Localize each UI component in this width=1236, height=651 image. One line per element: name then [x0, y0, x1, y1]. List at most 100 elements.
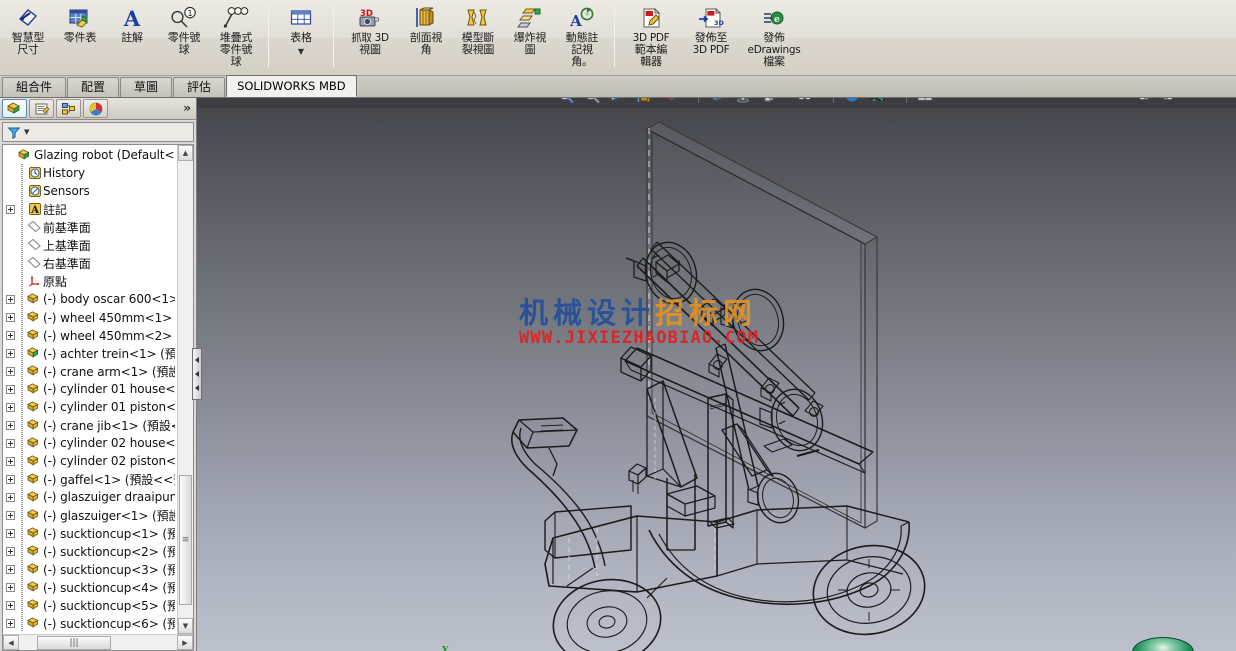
zoom-to-fit-icon[interactable] [554, 98, 578, 106]
smart-dimension-button[interactable]: 智慧型 尺寸 [2, 0, 54, 62]
view-orientation-icon[interactable] [658, 98, 682, 106]
tree-item-component[interactable]: (-) sucktioncup<4> (預設 [3, 578, 177, 596]
expander-icon[interactable] [5, 348, 15, 358]
section-view-button[interactable]: 剖面視 角 [400, 0, 452, 62]
balloon-button[interactable]: 1 零件號 球 [158, 0, 210, 62]
scene-icon[interactable] [866, 98, 890, 106]
exploded-view-button[interactable]: 爆炸視 圖 [504, 0, 556, 62]
edit-appearance-icon[interactable] [757, 98, 781, 106]
tree-item-front-plane[interactable]: 前基準面 [3, 218, 177, 236]
zoom-to-area-icon[interactable] [580, 98, 604, 106]
section-view-icon[interactable] [632, 98, 656, 106]
note-button[interactable]: A 註解 [106, 0, 158, 62]
minimize-icon[interactable]: — [1183, 98, 1201, 103]
apply-scene-dropdown-caret-icon[interactable]: ▼ [818, 98, 828, 99]
appearances-icon[interactable] [840, 98, 864, 106]
viewport-layout-icon[interactable] [913, 98, 937, 106]
previous-view-icon[interactable] [606, 98, 630, 106]
expander-icon[interactable] [5, 294, 15, 304]
tree-item-component[interactable]: (-) crane jib<1> (預設<< [3, 416, 177, 434]
scene-dropdown-caret-icon[interactable]: ▼ [891, 98, 901, 99]
expander-icon[interactable] [5, 546, 15, 556]
tree-item-component[interactable]: (-) cylinder 01 house<1> [3, 380, 177, 398]
tree-item-component[interactable]: (-) cylinder 02 piston<1> [3, 452, 177, 470]
publish-edrawings-button[interactable]: e 發佈 eDrawings 檔案 [741, 0, 807, 68]
publish-to-3d-pdf-button[interactable]: 3D 發佈至 3D PDF [681, 0, 741, 62]
tree-item-component[interactable]: (-) gaffel<1> (預設<<預 [3, 470, 177, 488]
tree-item-component[interactable]: (-) sucktioncup<5> (預設 [3, 596, 177, 614]
scroll-down-arrow-icon[interactable]: ▼ [178, 618, 193, 634]
property-manager-tab[interactable] [29, 99, 54, 118]
capture-3d-view-button[interactable]: 3D 抓取 3D 視圖 [340, 0, 400, 62]
view-orientation-dropdown-caret-icon[interactable]: ▼ [683, 98, 693, 99]
expander-icon[interactable] [5, 528, 15, 538]
expander-icon[interactable] [5, 456, 15, 466]
restore-left-icon[interactable]: ◧ [1135, 98, 1153, 103]
tree-item-component[interactable]: (-) sucktioncup<2> (預設 [3, 542, 177, 560]
feature-tree-filter[interactable]: ▼ [2, 122, 194, 142]
tree-item-history[interactable]: History [3, 164, 177, 182]
scroll-up-arrow-icon[interactable]: ▲ [178, 145, 193, 161]
table-button[interactable]: 表格 [275, 0, 327, 46]
feature-tree[interactable]: Glazing robot (Default<Def History [2, 144, 194, 651]
apply-scene-icon[interactable] [793, 98, 817, 106]
tree-item-component[interactable]: (-) sucktioncup<3> (預設 [3, 560, 177, 578]
expander-icon[interactable] [5, 582, 15, 592]
expander-icon[interactable] [5, 600, 15, 610]
feature-manager-overflow-chevron-icon[interactable]: » [183, 101, 191, 115]
bom-table-button[interactable]: 零件表 [54, 0, 106, 62]
expander-icon[interactable] [5, 474, 15, 484]
restore-window-icon[interactable]: ❐ [1207, 98, 1225, 103]
configuration-manager-tab[interactable] [56, 99, 81, 118]
tree-item-component[interactable]: (-) glaszuiger draaipunt< [3, 488, 177, 506]
expander-icon[interactable] [5, 384, 15, 394]
tree-item-component[interactable]: (-) wheel 450mm<1> (預 [3, 308, 177, 326]
hide-show-items-icon[interactable] [731, 98, 755, 106]
glazing-robot-model[interactable] [197, 98, 1236, 651]
restore-right-icon[interactable]: ◨ [1159, 98, 1177, 103]
expander-icon[interactable] [5, 366, 15, 376]
display-style-icon[interactable] [705, 98, 729, 106]
vertical-scroll-thumb[interactable] [179, 475, 192, 605]
horizontal-scroll-thumb[interactable]: ||| [37, 635, 111, 650]
filter-dropdown-caret-icon[interactable]: ▼ [24, 128, 29, 136]
feature-tree-horizontal-scrollbar[interactable]: ◀ ||| ▶ [3, 634, 193, 650]
viewport-layout-dropdown-caret-icon[interactable]: ▼ [938, 98, 948, 99]
tree-item-component[interactable]: (-) sucktioncup<6> (預設 [3, 614, 177, 632]
stacked-balloon-button[interactable]: 堆疊式 零件號 球 [210, 0, 262, 68]
expander-icon[interactable] [5, 438, 15, 448]
tree-item-origin[interactable]: 原點 [3, 272, 177, 290]
tree-item-component[interactable]: (-) cylinder 02 house<1> [3, 434, 177, 452]
tab-sketch[interactable]: 草圖 [120, 77, 173, 97]
expander-icon[interactable] [5, 330, 15, 340]
tree-item-sensors[interactable]: Sensors [3, 182, 177, 200]
feature-manager-tab[interactable] [2, 99, 27, 118]
table-dropdown-caret-icon[interactable]: ▼ [275, 48, 327, 56]
tree-item-component[interactable]: (-) glaszuiger<1> (預設 < [3, 506, 177, 524]
tree-item-component[interactable]: (-) sucktioncup<1> (預設 [3, 524, 177, 542]
tab-assembly[interactable]: 組合件 [2, 77, 67, 97]
expander-icon[interactable] [5, 492, 15, 502]
tab-solidworks-mbd[interactable]: SOLIDWORKS MBD [226, 75, 357, 97]
tree-item-component[interactable]: (-) achter trein<1> (預設< [3, 344, 177, 362]
tree-item-component[interactable]: (-) wheel 450mm<2> (預 [3, 326, 177, 344]
expander-icon[interactable] [5, 312, 15, 322]
model-break-view-button[interactable]: 模型斷 裂視圖 [452, 0, 504, 62]
expander-icon[interactable] [5, 564, 15, 574]
feature-tree-vertical-scrollbar[interactable]: ▲ ▼ [177, 145, 193, 634]
expander-icon[interactable] [5, 420, 15, 430]
expander-icon[interactable] [5, 618, 15, 628]
tree-item-right-plane[interactable]: 右基準面 [3, 254, 177, 272]
tree-item-top-plane[interactable]: 上基準面 [3, 236, 177, 254]
expander-icon[interactable] [5, 510, 15, 520]
dynamic-annotation-view-button[interactable]: A 動態註 記視 角。 [556, 0, 608, 68]
tree-item-component[interactable]: (-) crane arm<1> (預設 < [3, 362, 177, 380]
tab-layout[interactable]: 配置 [67, 77, 120, 97]
scroll-left-arrow-icon[interactable]: ◀ [3, 635, 19, 650]
tree-item-annotations[interactable]: A 註記 [3, 200, 177, 218]
tree-item-component[interactable]: (-) cylinder 01 piston<1> [3, 398, 177, 416]
display-manager-tab[interactable] [83, 99, 108, 118]
3d-pdf-template-editor-button[interactable]: 3D PDF 範本編 輯器 [621, 0, 681, 68]
expander-icon[interactable] [5, 402, 15, 412]
tab-evaluate[interactable]: 評估 [173, 77, 226, 97]
